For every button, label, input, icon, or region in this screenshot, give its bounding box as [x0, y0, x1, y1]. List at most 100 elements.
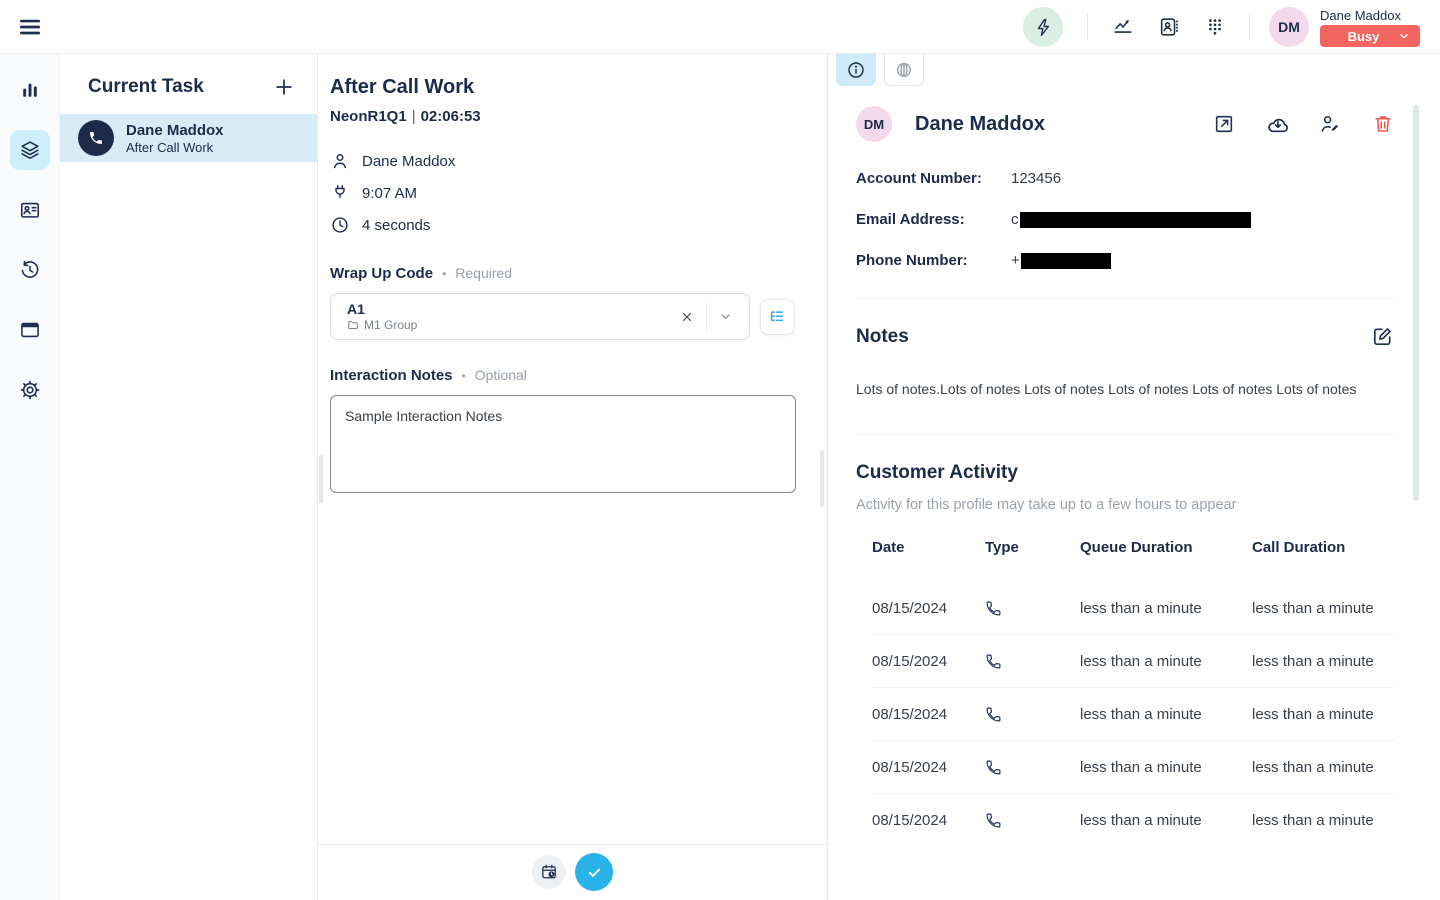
wrap-up-code-select[interactable]: A1 M1 Group: [330, 293, 750, 340]
email-label: Email Address:: [856, 211, 1011, 228]
add-task-button[interactable]: [273, 76, 295, 98]
tree-list-icon: [768, 308, 786, 326]
section-divider: [856, 434, 1394, 435]
gear-icon: [19, 379, 41, 401]
panel-scrollbar[interactable]: [820, 450, 824, 507]
meta-contact-name: Dane Maddox: [362, 153, 455, 170]
select-chevron-icon[interactable]: [713, 304, 739, 330]
footer-divider: [318, 844, 827, 845]
info-icon: [846, 60, 866, 80]
meta-start-time: 9:07 AM: [362, 185, 417, 202]
redaction-bar: [1021, 253, 1111, 269]
bullet: •: [462, 369, 466, 383]
topbar-divider: [1087, 14, 1088, 40]
nav-item-history[interactable]: [10, 250, 50, 290]
customer-activity-subtitle: Activity for this profile may take up to…: [856, 497, 1394, 513]
user-avatar[interactable]: DM: [1269, 7, 1309, 47]
acw-title: After Call Work: [330, 76, 795, 99]
wrap-up-group: M1 Group: [364, 318, 417, 333]
acw-timer: 02:06:53: [421, 108, 481, 125]
nav-item-performance[interactable]: [10, 70, 50, 110]
contact-card-icon: [19, 199, 41, 221]
email-value: c: [1011, 211, 1251, 228]
browse-codes-button[interactable]: [760, 299, 795, 335]
customer-activity-title: Customer Activity: [856, 462, 1394, 484]
account-number-row: Account Number: 123456: [856, 167, 1394, 190]
separator: |: [407, 108, 421, 125]
interaction-notes-label: Interaction Notes: [330, 367, 453, 384]
call-type-icon: [985, 759, 1080, 776]
after-call-work-panel: After Call Work NeonR1Q1|02:06:53 Dane M…: [318, 54, 828, 900]
user-name: Dane Maddox: [1320, 8, 1401, 23]
lightning-icon: [1033, 17, 1054, 38]
notes-text: Lots of notes.Lots of notes Lots of note…: [856, 381, 1394, 397]
email-row: Email Address: c: [856, 208, 1394, 231]
tab-profile-info[interactable]: [836, 54, 876, 86]
customer-profile-panel: DM Dane Maddox Account Number: 123456 Em…: [828, 54, 1440, 900]
bullet: •: [442, 267, 446, 281]
profile-scrollbar[interactable]: [1413, 105, 1419, 501]
brain-icon: [894, 60, 914, 80]
menu-icon[interactable]: [17, 14, 43, 40]
current-task-title: Current Task: [88, 76, 204, 98]
dialpad-icon[interactable]: [1204, 16, 1226, 38]
person-icon: [330, 151, 350, 171]
cloud-download-icon[interactable]: [1266, 113, 1288, 135]
start-time-row: 9:07 AM: [330, 177, 795, 209]
wrap-up-code-label: Wrap Up Code: [330, 265, 433, 282]
schedule-callback-button[interactable]: [532, 855, 566, 889]
table-row: 08/15/2024 less than a minute less than …: [872, 688, 1394, 741]
task-list-item[interactable]: Dane Maddox After Call Work: [60, 114, 317, 162]
call-avatar: [78, 120, 114, 156]
tab-ai-insights[interactable]: [884, 54, 924, 86]
section-divider: [856, 298, 1394, 299]
task-contact-name: Dane Maddox: [126, 122, 224, 140]
bar-chart-icon: [19, 79, 41, 101]
col-queue-duration: Queue Duration: [1080, 539, 1252, 556]
current-task-panel: Current Task Dane Maddox After Call Work: [60, 54, 318, 900]
redaction-bar: [1020, 212, 1251, 228]
profile-name: Dane Maddox: [915, 113, 1045, 136]
notes-title: Notes: [856, 326, 909, 348]
table-row: 08/15/2024 less than a minute less than …: [872, 635, 1394, 688]
clear-selection-icon[interactable]: [674, 304, 700, 330]
browser-window-icon: [19, 319, 41, 341]
wrap-up-code-value: A1: [347, 301, 674, 318]
performance-chart-icon[interactable]: [1112, 16, 1134, 38]
status-dropdown[interactable]: Busy: [1320, 25, 1420, 47]
meta-duration: 4 seconds: [362, 217, 430, 234]
nav-item-interactions[interactable]: [10, 130, 50, 170]
history-icon: [19, 259, 41, 281]
col-type: Type: [985, 539, 1080, 556]
contacts-book-icon[interactable]: [1158, 16, 1180, 38]
complete-acw-button[interactable]: [575, 853, 613, 891]
edit-contact-icon[interactable]: [1319, 113, 1341, 135]
contact-meta-row: Dane Maddox: [330, 145, 795, 177]
select-divider: [706, 303, 707, 331]
phone-row: Phone Number: +: [856, 249, 1394, 272]
plug-icon: [330, 183, 350, 203]
check-icon: [586, 864, 603, 881]
profile-avatar: DM: [856, 106, 892, 142]
table-row: 08/15/2024 less than a minute less than …: [872, 741, 1394, 794]
nav-item-apps[interactable]: [10, 310, 50, 350]
duration-row: 4 seconds: [330, 209, 795, 241]
delete-contact-icon[interactable]: [1372, 113, 1394, 135]
col-call-duration: Call Duration: [1252, 539, 1394, 556]
edit-notes-icon[interactable]: [1371, 325, 1394, 348]
interaction-notes-input[interactable]: Sample Interaction Notes: [330, 395, 796, 493]
col-date: Date: [872, 539, 985, 556]
folder-icon: [347, 319, 359, 331]
status-label: Busy: [1330, 29, 1397, 44]
quick-actions-button[interactable]: [1023, 7, 1063, 47]
call-type-icon: [985, 600, 1080, 617]
acw-queue-timer: NeonR1Q1|02:06:53: [330, 108, 795, 125]
topbar-divider: [1249, 14, 1250, 40]
open-external-icon[interactable]: [1213, 113, 1235, 135]
queue-name: NeonR1Q1: [330, 108, 407, 125]
panel-scrollbar[interactable]: [319, 455, 323, 503]
nav-item-contacts[interactable]: [10, 190, 50, 230]
call-type-icon: [985, 653, 1080, 670]
nav-item-settings[interactable]: [10, 370, 50, 410]
table-row: 08/15/2024 less than a minute less than …: [872, 794, 1394, 847]
